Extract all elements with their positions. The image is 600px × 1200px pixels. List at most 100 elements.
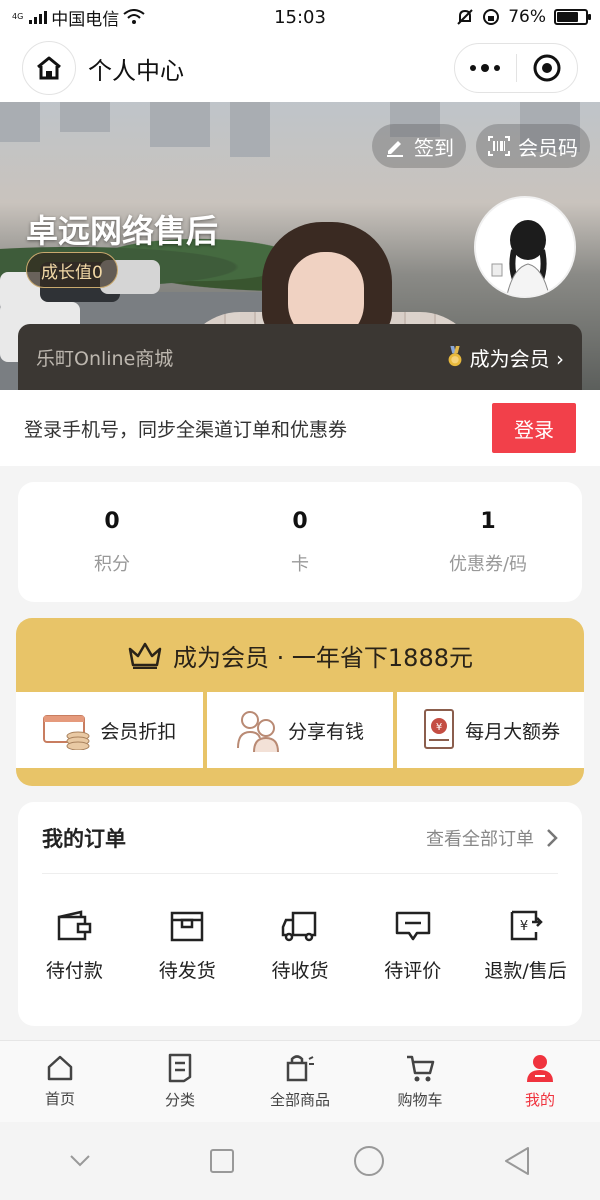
tab-all-products[interactable]: 全部商品 <box>240 1041 360 1122</box>
sign-in-button[interactable]: 签到 <box>372 124 466 168</box>
login-button[interactable]: 登录 <box>492 403 576 453</box>
become-member-label: 成为会员 › <box>469 346 564 371</box>
status-bar: 4G 中国电信 15:03 76% <box>0 0 600 34</box>
stat-value: 0 <box>104 508 120 534</box>
home-circle-icon[interactable] <box>353 1145 385 1177</box>
svg-text:¥: ¥ <box>436 722 442 733</box>
chevron-right-icon <box>547 828 558 847</box>
order-status-label: 待发货 <box>158 960 216 982</box>
title-bar: 个人中心 <box>0 34 600 102</box>
growth-value-badge[interactable]: 成长值0 <box>26 252 118 288</box>
login-tip: 登录手机号，同步全渠道订单和优惠券 <box>24 418 348 441</box>
stat-label: 积分 <box>94 553 130 575</box>
benefit-share-money[interactable]: 分享有钱 <box>206 692 394 768</box>
tab-cart[interactable]: 购物车 <box>360 1041 480 1122</box>
more-button[interactable] <box>455 44 516 92</box>
stat-points[interactable]: 0 积分 <box>18 509 206 576</box>
vip-headline-row: 成为会员 · 一年省下1888元 <box>16 618 584 692</box>
order-status-refund[interactable]: ¥ 退款/售后 <box>469 910 582 983</box>
recent-apps-icon[interactable] <box>209 1148 235 1174</box>
tab-label: 分类 <box>164 1091 195 1109</box>
view-all-orders-label: 查看全部订单 <box>426 828 534 850</box>
order-status-label: 待评价 <box>384 960 442 982</box>
member-code-button[interactable]: 会员码 <box>476 124 590 168</box>
order-status-pending-payment[interactable]: 待付款 <box>18 910 131 983</box>
hero-actions: 签到 会员码 <box>372 124 590 168</box>
order-status-list: 待付款 待发货 待收货 待评价 ¥ 退款/售后 <box>18 874 582 983</box>
tab-mine[interactable]: 我的 <box>480 1041 600 1122</box>
login-row: 登录手机号，同步全渠道订单和优惠券 登录 <box>0 390 600 466</box>
home-icon <box>47 1055 73 1081</box>
share-people-icon <box>237 711 279 752</box>
close-mini-program-button[interactable] <box>517 44 578 92</box>
order-status-label: 退款/售后 <box>484 960 567 982</box>
stat-value: 1 <box>480 508 496 534</box>
battery-percent: 76% <box>508 7 546 27</box>
sign-in-label: 签到 <box>414 135 454 160</box>
benefit-label: 分享有钱 <box>288 720 365 743</box>
stat-label: 优惠券/码 <box>448 553 528 575</box>
tab-label: 首页 <box>44 1090 75 1108</box>
list-icon <box>168 1053 192 1083</box>
mall-name: 乐町Online商城 <box>36 347 174 370</box>
medal-icon <box>448 346 462 367</box>
avatar[interactable] <box>474 196 576 298</box>
benefit-member-discount[interactable]: 会员折扣 <box>16 692 203 768</box>
stat-coupons[interactable]: 1 优惠券/码 <box>394 509 582 576</box>
system-nav-bar <box>0 1122 600 1200</box>
order-status-pending-shipment[interactable]: 待发货 <box>131 910 244 983</box>
wallet-icon <box>58 910 92 941</box>
coupon-book-icon: ¥ <box>424 709 455 749</box>
battery-fill <box>557 12 578 22</box>
benefit-label: 会员折扣 <box>100 720 177 743</box>
benefit-monthly-coupon[interactable]: ¥ 每月大额券 <box>397 692 584 768</box>
bag-icon <box>286 1055 314 1082</box>
lock-rotation-icon <box>483 9 500 25</box>
order-status-label: 待收货 <box>271 960 329 982</box>
profile-hero: 签到 会员码 卓远网络售后 成长值0 乐町Online商城 成为会员 › <box>0 102 600 390</box>
tab-category[interactable]: 分类 <box>120 1041 240 1122</box>
truck-icon <box>281 911 317 942</box>
orders-card: 我的订单 查看全部订单 待付款 待发货 待收货 待评价 ¥ 退款/售后 <box>18 802 582 1026</box>
become-member-link[interactable]: 成为会员 › <box>446 343 564 372</box>
stat-label: 卡 <box>291 553 309 575</box>
cart-icon <box>407 1055 435 1082</box>
stat-cards[interactable]: 0 卡 <box>206 509 394 576</box>
signal-icon <box>29 10 48 24</box>
mute-icon <box>457 9 473 25</box>
network-tag: 4G <box>12 12 24 21</box>
home-button[interactable] <box>22 41 76 95</box>
orders-title: 我的订单 <box>42 826 126 851</box>
tab-label: 全部商品 <box>269 1091 330 1109</box>
back-triangle-icon[interactable] <box>503 1146 531 1176</box>
stats-card: 0 积分 0 卡 1 优惠券/码 <box>18 482 582 602</box>
home-icon <box>37 56 61 80</box>
view-all-orders-link[interactable]: 查看全部订单 <box>426 825 558 851</box>
vip-benefits: 会员折扣 分享有钱 ¥ 每月大额券 <box>16 692 584 768</box>
benefit-label: 每月大额券 <box>465 720 561 743</box>
target-close-icon <box>533 54 561 82</box>
mini-program-capsule <box>454 43 578 93</box>
order-status-label: 待付款 <box>45 960 103 982</box>
tab-bar: 首页 分类 全部商品 购物车 我的 <box>0 1040 600 1122</box>
vip-headline: 成为会员 · 一年省下1888元 <box>173 643 473 672</box>
vip-card[interactable]: 成为会员 · 一年省下1888元 会员折扣 分享有钱 ¥ 每月大额券 <box>16 618 584 786</box>
page-title: 个人中心 <box>88 56 184 85</box>
user-icon <box>527 1055 553 1082</box>
crown-icon <box>128 642 162 669</box>
pen-icon <box>387 141 403 157</box>
tab-home[interactable]: 首页 <box>0 1041 120 1122</box>
wifi-icon <box>123 9 145 24</box>
battery-icon <box>554 9 591 25</box>
barcode-icon <box>488 136 510 156</box>
member-bar[interactable]: 乐町Online商城 成为会员 › <box>18 324 582 390</box>
carrier-label: 中国电信 <box>51 9 120 30</box>
refund-icon: ¥ <box>510 910 543 941</box>
status-time: 15:03 <box>274 6 326 28</box>
order-status-pending-receipt[interactable]: 待收货 <box>244 910 357 983</box>
chevron-down-icon[interactable] <box>69 1154 91 1168</box>
discount-icon <box>43 715 90 750</box>
order-status-pending-review[interactable]: 待评价 <box>356 910 469 983</box>
svg-text:¥: ¥ <box>519 919 527 934</box>
tab-label: 购物车 <box>397 1091 443 1109</box>
